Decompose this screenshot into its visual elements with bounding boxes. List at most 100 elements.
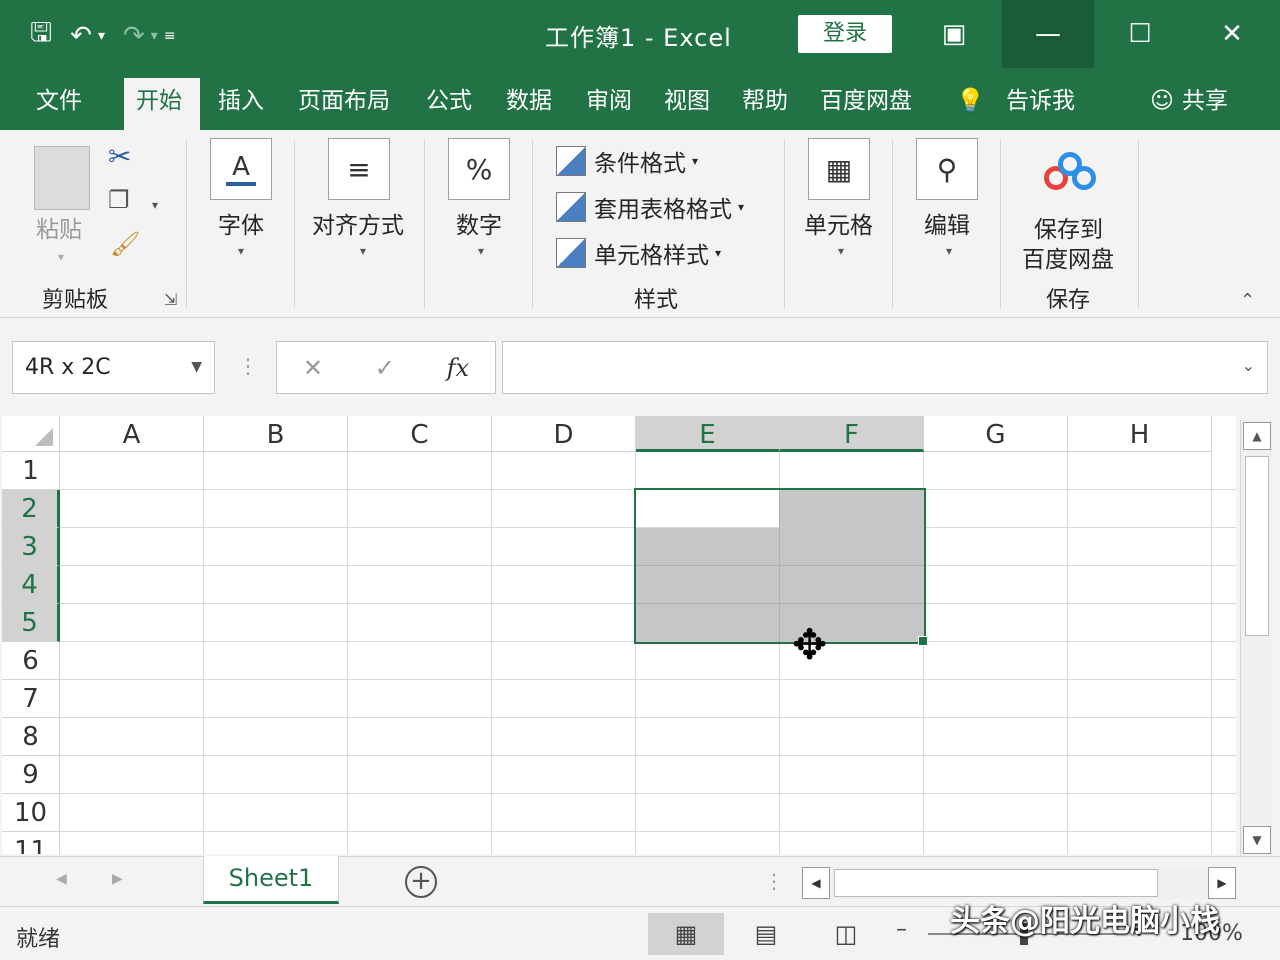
save-icon[interactable]: 🖫 (30, 14, 52, 58)
format-painter-icon[interactable]: 🖌 (110, 230, 140, 258)
paste-icon[interactable] (34, 146, 90, 210)
dialog-launcher-icon[interactable]: ⇲ (164, 290, 177, 309)
row-header-4[interactable]: 4 (2, 566, 60, 604)
tell-me-search[interactable]: 告诉我 (994, 78, 1087, 130)
prev-sheet-icon[interactable]: ◀ (56, 871, 67, 887)
row-header-11[interactable]: 11 (2, 832, 60, 854)
undo-icon[interactable]: ↶ (70, 21, 92, 51)
edit-button[interactable]: 编辑 (924, 206, 970, 240)
customize-qat-icon[interactable]: ≡ (164, 28, 176, 44)
next-sheet-icon[interactable]: ▶ (112, 871, 123, 887)
zoom-out-icon[interactable]: – (896, 917, 907, 942)
font-button[interactable]: 字体 (218, 206, 264, 240)
select-all-button[interactable] (2, 416, 60, 452)
percent-icon[interactable]: % (448, 138, 510, 200)
table-format-button[interactable]: 套用表格格式 ▾ (556, 190, 744, 224)
collapse-ribbon-icon[interactable]: ⌃ (1240, 290, 1255, 311)
row-header-3[interactable]: 3 (2, 528, 60, 566)
alignment-button[interactable]: 对齐方式 (312, 206, 404, 240)
cells-dropdown-icon[interactable]: ▾ (838, 244, 844, 258)
lightbulb-icon[interactable]: 💡 (944, 78, 997, 130)
column-header-d[interactable]: D (492, 416, 636, 452)
login-button[interactable]: 登录 (798, 15, 892, 53)
tab-data[interactable]: 数据 (494, 78, 564, 130)
vertical-scroll-thumb[interactable] (1245, 456, 1269, 636)
tab-home[interactable]: 开始 (124, 78, 200, 130)
cells-button[interactable]: 单元格 (804, 206, 873, 240)
row-header-6[interactable]: 6 (2, 642, 60, 680)
horizontal-scrollbar[interactable]: ◀ ▶ (802, 867, 1236, 899)
column-header-f[interactable]: F (780, 416, 924, 452)
add-sheet-icon[interactable]: + (405, 866, 437, 898)
tab-view[interactable]: 视图 (652, 78, 722, 130)
row-header-9[interactable]: 9 (2, 756, 60, 794)
insert-function-icon[interactable]: fx (447, 354, 469, 382)
font-icon[interactable]: A (210, 138, 272, 200)
row-header-1[interactable]: 1 (2, 452, 60, 490)
formula-bar-splitter[interactable]: ⋮ (238, 354, 258, 378)
column-header-c[interactable]: C (348, 416, 492, 452)
number-dropdown-icon[interactable]: ▾ (478, 244, 484, 258)
paste-button[interactable]: 粘贴 (36, 210, 82, 244)
tab-baidu-netdisk[interactable]: 百度网盘 (808, 78, 924, 130)
tab-insert[interactable]: 插入 (206, 78, 276, 130)
vertical-scrollbar[interactable]: ▲ ▼ (1240, 420, 1272, 856)
cancel-icon[interactable]: ✕ (303, 354, 323, 382)
cell-style-button[interactable]: 单元格样式 ▾ (556, 236, 721, 270)
scroll-left-icon[interactable]: ◀ (802, 867, 830, 899)
ribbon-display-options-icon[interactable]: ▣ (908, 0, 1000, 68)
row-header-5[interactable]: 5 (2, 604, 60, 642)
column-header-e[interactable]: E (636, 416, 780, 452)
alignment-dropdown-icon[interactable]: ▾ (360, 244, 366, 258)
column-header-g[interactable]: G (924, 416, 1068, 452)
page-layout-view-icon[interactable]: ▤ (728, 913, 804, 955)
number-button[interactable]: 数字 (456, 206, 502, 240)
font-dropdown-icon[interactable]: ▾ (238, 244, 244, 258)
tab-file[interactable]: 文件 (24, 78, 94, 130)
close-button[interactable]: ✕ (1186, 0, 1278, 68)
scroll-up-icon[interactable]: ▲ (1243, 422, 1271, 450)
baidu-netdisk-icon[interactable] (1044, 152, 1098, 194)
normal-view-icon[interactable]: ▦ (648, 913, 724, 955)
tab-page-layout[interactable]: 页面布局 (286, 78, 402, 130)
minimize-button[interactable]: — (1002, 0, 1094, 68)
undo-dropdown-icon[interactable]: ▾ (98, 28, 105, 44)
name-box[interactable]: 4R x 2C ▼ (12, 341, 215, 394)
tab-help[interactable]: 帮助 (730, 78, 800, 130)
horizontal-scroll-thumb[interactable] (834, 869, 1158, 897)
copy-dropdown-icon[interactable]: ▾ (152, 198, 158, 212)
maximize-button[interactable]: ☐ (1094, 0, 1186, 68)
row-header-2[interactable]: 2 (2, 490, 60, 528)
scroll-right-icon[interactable]: ▶ (1208, 867, 1236, 899)
fill-handle[interactable] (918, 636, 928, 646)
row-header-8[interactable]: 8 (2, 718, 60, 756)
conditional-format-button[interactable]: 条件格式 ▾ (556, 144, 698, 178)
edit-dropdown-icon[interactable]: ▾ (946, 244, 952, 258)
cut-icon[interactable]: ✂ (108, 140, 131, 173)
copy-icon[interactable]: ❐ (108, 186, 130, 214)
share-button[interactable]: 共享 (1170, 78, 1240, 130)
paste-dropdown-icon[interactable]: ▾ (58, 250, 64, 264)
expand-formula-bar-icon[interactable]: ⌄ (1242, 356, 1255, 375)
tab-review[interactable]: 审阅 (574, 78, 644, 130)
row-header-10[interactable]: 10 (2, 794, 60, 832)
row-header-7[interactable]: 7 (2, 680, 60, 718)
sheet-tab-sheet1[interactable]: Sheet1 (203, 856, 339, 904)
column-header-b[interactable]: B (204, 416, 348, 452)
redo-dropdown-icon[interactable]: ▾ (151, 28, 158, 44)
cells-icon[interactable]: ▦ (808, 138, 870, 200)
enter-icon[interactable]: ✓ (375, 354, 395, 382)
search-icon[interactable]: ⚲ (916, 138, 978, 200)
scroll-down-icon[interactable]: ▼ (1243, 826, 1271, 854)
save-to-baidu-line1[interactable]: 保存到 (1034, 210, 1103, 244)
page-break-view-icon[interactable]: ◫ (808, 913, 884, 955)
tab-splitter[interactable]: ⋮ (764, 869, 784, 893)
formula-input[interactable]: ⌄ (502, 341, 1268, 394)
tab-formulas[interactable]: 公式 (414, 78, 484, 130)
chevron-down-icon[interactable]: ▼ (191, 342, 202, 393)
save-to-baidu-line2[interactable]: 百度网盘 (1022, 240, 1114, 274)
align-icon[interactable]: ≡ (328, 138, 390, 200)
column-header-h[interactable]: H (1068, 416, 1212, 452)
worksheet-grid[interactable]: A B C D E F G H 1 2 3 4 5 6 7 8 9 10 11 … (2, 416, 1236, 854)
column-header-a[interactable]: A (60, 416, 204, 452)
